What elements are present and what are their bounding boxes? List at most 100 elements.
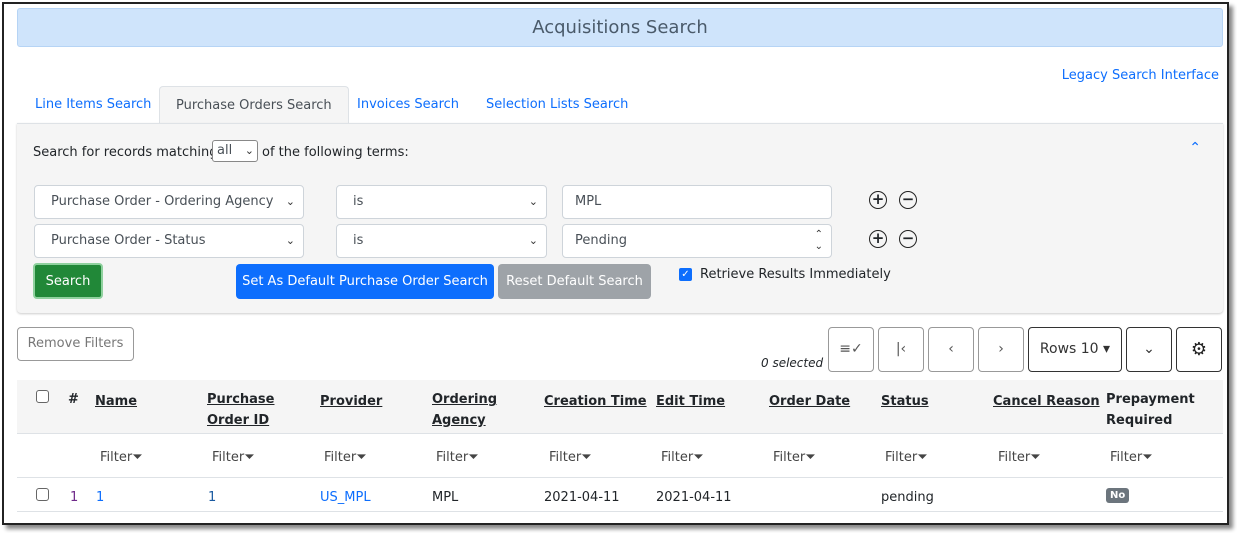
filter-label: Filter	[1110, 450, 1143, 465]
filter-icon: ⏷	[356, 450, 367, 465]
filter-prepayment[interactable]: Filter⏷	[1110, 450, 1153, 465]
row-provider-link[interactable]: US_MPL	[320, 490, 371, 505]
set-default-search-button[interactable]: Set As Default Purchase Order Search	[236, 264, 494, 299]
operator-select-1[interactable]: is ⌄	[336, 185, 547, 219]
row-agency: MPL	[432, 490, 459, 505]
remove-filters-button[interactable]: Remove Filters	[17, 327, 134, 361]
remove-row-icon[interactable]: −	[899, 230, 917, 248]
row-status: pending	[881, 490, 934, 505]
filter-icon: ⏷	[917, 450, 928, 465]
col-prepayment: Prepayment Required	[1106, 392, 1195, 428]
rows-per-page-button[interactable]: Rows 10 ▾	[1028, 327, 1122, 372]
col-provider[interactable]: Provider	[320, 391, 382, 412]
value-input-1[interactable]: MPL	[562, 185, 832, 219]
filter-po-id[interactable]: Filter⏷	[212, 450, 255, 465]
field-value: Purchase Order - Status	[51, 233, 206, 248]
settings-gear-icon[interactable]: ⚙	[1176, 327, 1222, 372]
reset-default-search-button[interactable]: Reset Default Search	[498, 264, 651, 299]
updown-icon: ⌃ ⌄	[814, 229, 823, 252]
filter-label: Filter	[100, 450, 133, 465]
filter-label: Filter	[549, 450, 582, 465]
retrieve-checkbox[interactable]: ✓	[679, 268, 692, 281]
chevron-down-icon: ⌄	[285, 234, 295, 247]
col-cancel-reason[interactable]: Cancel Reason	[993, 391, 1100, 412]
select-all-checkbox[interactable]	[36, 390, 49, 403]
col-creation-time[interactable]: Creation Time	[544, 391, 647, 412]
row-checkbox[interactable]	[36, 488, 49, 501]
chevron-down-icon: ⌄	[528, 195, 538, 208]
tab-purchase-orders[interactable]: Purchase Orders Search	[159, 86, 349, 124]
match-select[interactable]: all ⌄	[212, 140, 258, 162]
chevron-down-icon: ⌄	[244, 144, 254, 157]
filter-status[interactable]: Filter⏷	[885, 450, 928, 465]
col-number: #	[68, 392, 79, 407]
filter-label: Filter	[773, 450, 806, 465]
col-status[interactable]: Status	[881, 391, 929, 412]
row-edited: 2021-04-11	[656, 490, 732, 505]
filter-icon: ⏷	[1030, 450, 1041, 465]
filter-label: Filter	[324, 450, 357, 465]
collapse-icon[interactable]: ⌃	[1189, 140, 1201, 156]
col-order-date[interactable]: Order Date	[769, 391, 850, 412]
filter-icon: ⏷	[805, 450, 816, 465]
divider	[17, 477, 1223, 478]
filter-icon: ⏷	[1142, 450, 1153, 465]
filter-icon: ⏷	[468, 450, 479, 465]
filter-order-date[interactable]: Filter⏷	[773, 450, 816, 465]
filter-provider[interactable]: Filter⏷	[324, 450, 367, 465]
operator-value: is	[353, 194, 364, 209]
filter-icon: ⏷	[244, 450, 255, 465]
filter-label: Filter	[212, 450, 245, 465]
rows-label: Rows 10	[1039, 341, 1099, 357]
legacy-search-link[interactable]: Legacy Search Interface	[1062, 68, 1219, 83]
filter-label: Filter	[661, 450, 694, 465]
col-name[interactable]: Name	[95, 391, 137, 412]
add-row-icon[interactable]: +	[869, 191, 887, 209]
tab-invoices[interactable]: Invoices Search	[341, 86, 475, 124]
chevron-down-icon: ⌄	[285, 195, 295, 208]
filter-icon: ⏷	[693, 450, 704, 465]
operator-select-2[interactable]: is ⌄	[336, 224, 547, 258]
filter-icon: ⏷	[132, 450, 143, 465]
chevron-down-icon: ⌄	[528, 234, 538, 247]
first-page-icon[interactable]: |‹	[878, 327, 924, 372]
retrieve-label: Retrieve Results Immediately	[700, 267, 891, 282]
col-po-id[interactable]: Purchase Order ID	[207, 389, 287, 431]
prev-page-icon[interactable]: ‹	[928, 327, 974, 372]
prepayment-badge: No	[1106, 488, 1130, 503]
match-value: all	[217, 143, 233, 158]
search-button[interactable]: Search	[33, 263, 103, 299]
filter-creation[interactable]: Filter⏷	[549, 450, 592, 465]
add-row-icon[interactable]: +	[869, 230, 887, 248]
status-value: Pending	[575, 233, 627, 248]
filter-agency[interactable]: Filter⏷	[436, 450, 479, 465]
select-all-icon[interactable]: ≡✓	[828, 327, 874, 372]
tab-selection-lists[interactable]: Selection Lists Search	[470, 86, 644, 124]
row-name-link[interactable]: 1	[96, 490, 104, 505]
selected-count: 0 selected	[761, 356, 824, 370]
status-select-2[interactable]: Pending ⌃ ⌄	[562, 224, 832, 258]
field-value: Purchase Order - Ordering Agency	[51, 194, 274, 209]
window: Acquisitions Search Legacy Search Interf…	[2, 2, 1229, 525]
filter-edit[interactable]: Filter⏷	[661, 450, 704, 465]
filter-label: Filter	[885, 450, 918, 465]
row-number: 1	[70, 490, 79, 505]
page-title: Acquisitions Search	[17, 8, 1223, 47]
next-page-icon[interactable]: ›	[978, 327, 1024, 372]
filter-label: Filter	[998, 450, 1031, 465]
row-po-id-link[interactable]: 1	[208, 490, 216, 505]
field-select-2[interactable]: Purchase Order - Status ⌄	[34, 224, 304, 258]
col-ordering-agency[interactable]: Ordering Agency	[432, 389, 502, 431]
remove-row-icon[interactable]: −	[899, 191, 917, 209]
match-prefix: Search for records matching	[33, 145, 218, 160]
expand-icon[interactable]: ⌄	[1126, 327, 1172, 372]
tab-line-items[interactable]: Line Items Search	[19, 86, 167, 124]
filter-name[interactable]: Filter⏷	[100, 450, 143, 465]
divider	[17, 511, 1223, 512]
row-created: 2021-04-11	[544, 490, 620, 505]
field-select-1[interactable]: Purchase Order - Ordering Agency ⌄	[34, 185, 304, 219]
filter-cancel[interactable]: Filter⏷	[998, 450, 1041, 465]
filter-icon: ⏷	[581, 450, 592, 465]
col-edit-time[interactable]: Edit Time	[656, 391, 725, 412]
filter-label: Filter	[436, 450, 469, 465]
